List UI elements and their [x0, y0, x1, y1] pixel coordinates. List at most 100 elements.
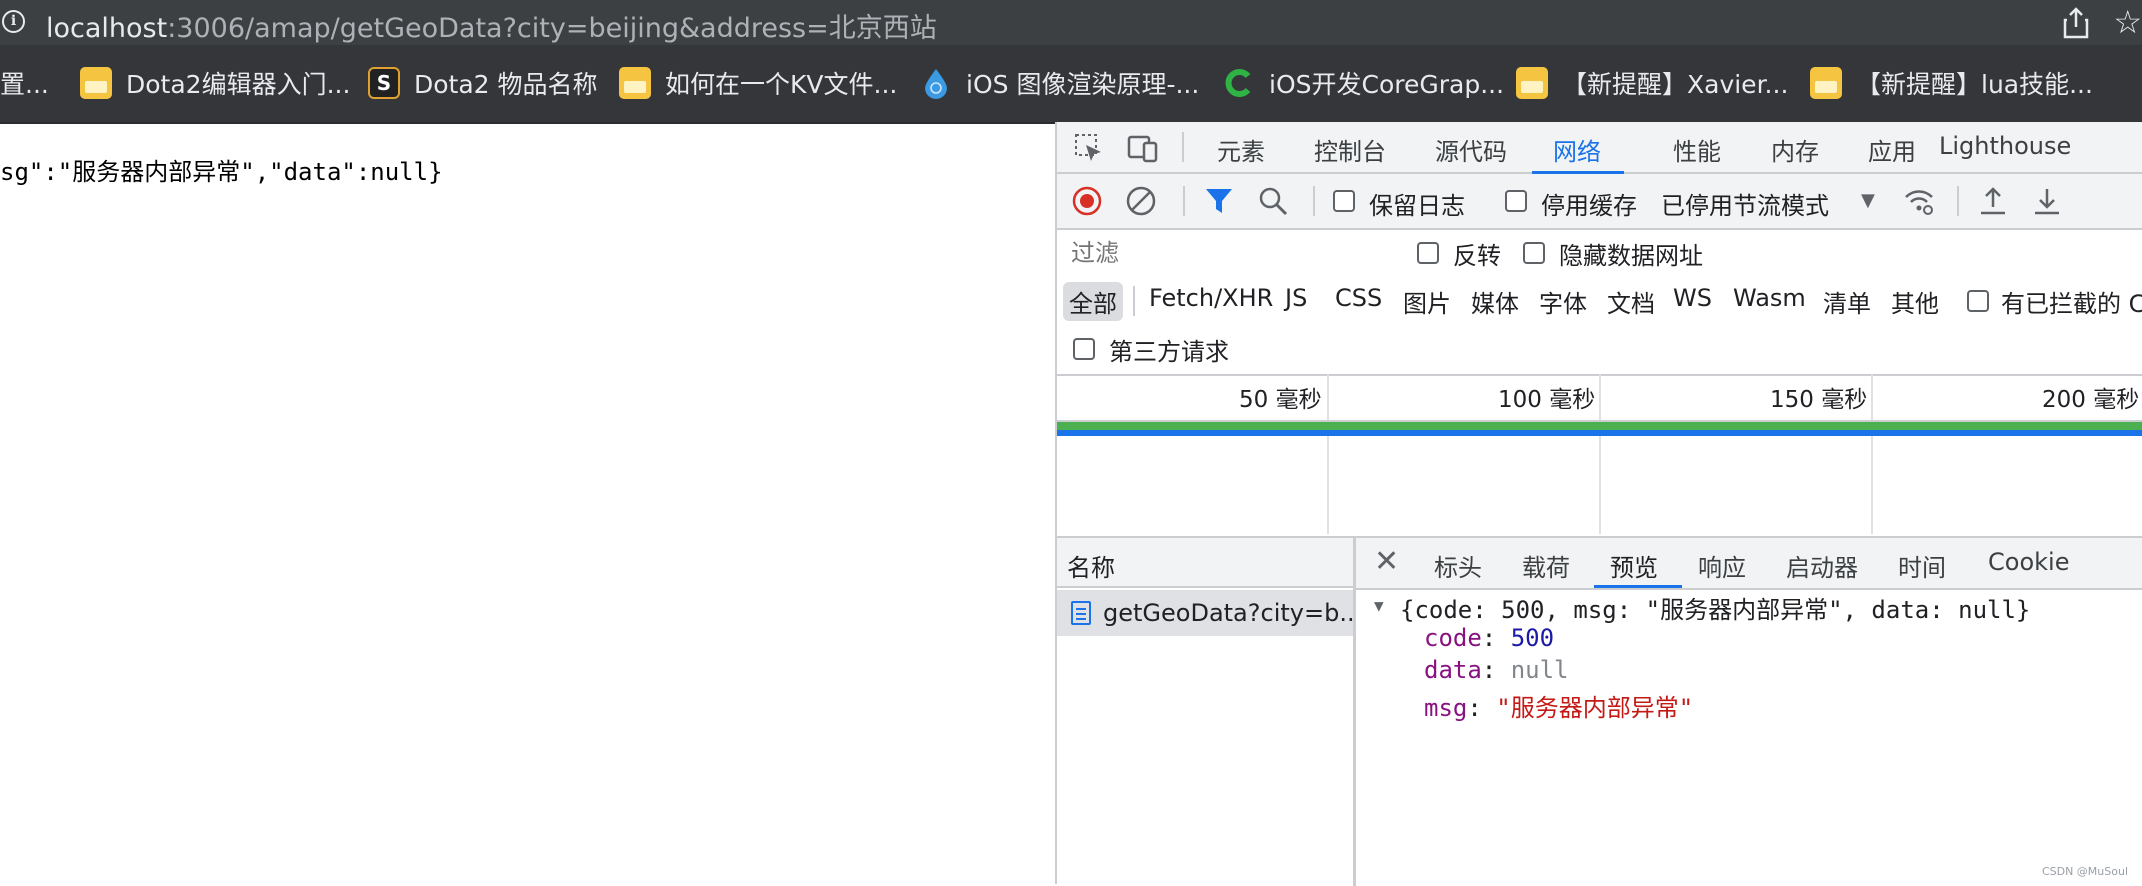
- type-img[interactable]: 图片: [1397, 282, 1457, 321]
- tab-memory[interactable]: 内存: [1771, 132, 1819, 167]
- network-conditions-icon[interactable]: [1903, 185, 1935, 217]
- type-manifest[interactable]: 清单: [1817, 282, 1877, 321]
- field-key: data: [1424, 656, 1482, 684]
- drop-icon: [925, 69, 947, 99]
- tab-preview[interactable]: 预览: [1610, 548, 1658, 583]
- preserve-log-checkbox[interactable]: [1333, 190, 1355, 212]
- preview-field: data: null: [1424, 656, 1569, 684]
- disable-cache-checkbox[interactable]: [1505, 190, 1527, 212]
- s-logo-icon: S: [368, 67, 400, 99]
- bookmark-item[interactable]: 【新提醒】Xavier...: [1516, 65, 1788, 101]
- type-wasm[interactable]: Wasm: [1727, 282, 1812, 314]
- hide-data-urls-checkbox[interactable]: [1523, 242, 1545, 264]
- filter-input[interactable]: [1065, 234, 1387, 272]
- field-key: code: [1424, 624, 1482, 652]
- network-lower-split: 名称 getGeoData?city=b... ✕ 标头 载荷 预览 响应 启动…: [1057, 536, 2142, 886]
- tab-cookies[interactable]: Cookie: [1988, 548, 2069, 576]
- clear-icon[interactable]: [1125, 185, 1157, 217]
- bookmark-item[interactable]: 置...: [0, 65, 49, 101]
- url-host: localhost: [46, 13, 168, 44]
- separator: [1313, 186, 1315, 216]
- separator: [1133, 286, 1135, 316]
- preserve-log-label: 保留日志: [1369, 192, 1465, 220]
- share-icon[interactable]: [2062, 6, 2090, 40]
- field-colon: :: [1467, 694, 1497, 722]
- bookmark-item[interactable]: S Dota2 物品名称: [368, 65, 598, 101]
- c-logo-icon: [1225, 69, 1251, 97]
- chevron-down-icon[interactable]: ▼: [1861, 190, 1875, 211]
- type-media[interactable]: 媒体: [1465, 282, 1525, 321]
- tab-payload[interactable]: 载荷: [1522, 548, 1570, 583]
- inspect-element-icon[interactable]: [1073, 132, 1105, 164]
- tab-lighthouse[interactable]: Lighthouse: [1939, 132, 2071, 160]
- address-bar[interactable]: i localhost:3006/amap/getGeoData?city=be…: [0, 0, 2142, 45]
- url-field[interactable]: localhost:3006/amap/getGeoData?city=beij…: [46, 6, 937, 45]
- throttling-select[interactable]: 已停用节流模式: [1661, 186, 1829, 221]
- bookmark-label: Dota2 物品名称: [414, 70, 598, 99]
- third-party-label: 第三方请求: [1109, 338, 1229, 366]
- type-css[interactable]: CSS: [1329, 282, 1388, 314]
- type-font[interactable]: 字体: [1533, 282, 1593, 321]
- type-ws[interactable]: WS: [1667, 282, 1718, 314]
- bookmark-label: 【新提醒】Xavier...: [1562, 70, 1789, 99]
- tab-network[interactable]: 网络: [1553, 132, 1601, 167]
- timeline-tick-label: 100 毫秒: [1498, 387, 1596, 413]
- star-icon[interactable]: ☆: [2113, 2, 2142, 42]
- export-har-icon[interactable]: [2031, 185, 2063, 217]
- mail-icon: [1516, 67, 1548, 99]
- mail-icon: [619, 67, 651, 99]
- bookmark-item[interactable]: 如何在一个KV文件...: [619, 65, 897, 101]
- mail-icon: [1810, 67, 1842, 99]
- close-icon[interactable]: ✕: [1374, 544, 1399, 579]
- bookmarks-bar: 置... Dota2编辑器入门... S Dota2 物品名称 如何在一个KV文…: [0, 45, 2142, 124]
- document-icon: [1071, 601, 1091, 625]
- preview-field: code: 500: [1424, 624, 1554, 652]
- request-waterfall-bar: [1057, 422, 2142, 430]
- timeline-tick-label: 50 毫秒: [1239, 387, 1322, 413]
- page-body-text: sg":"服务器内部异常","data":null}: [0, 158, 443, 186]
- tab-timing[interactable]: 时间: [1898, 548, 1946, 583]
- type-doc[interactable]: 文档: [1601, 282, 1661, 321]
- bookmark-item[interactable]: iOS 图像渲染原理-...: [920, 65, 1199, 101]
- bookmark-label: iOS开发CoreGrap...: [1269, 70, 1505, 99]
- field-value: null: [1510, 656, 1569, 684]
- blocked-cookies-label: 有已拦截的 C: [2001, 290, 2142, 318]
- tab-console[interactable]: 控制台: [1314, 132, 1386, 167]
- tab-elements[interactable]: 元素: [1217, 132, 1265, 167]
- bookmark-item[interactable]: 【新提醒】lua技能...: [1810, 65, 2093, 101]
- timeline-overview[interactable]: 50 毫秒 100 毫秒 150 毫秒 200 毫秒: [1057, 374, 2142, 534]
- separator: [1182, 132, 1184, 162]
- request-row[interactable]: getGeoData?city=b...: [1057, 590, 1353, 636]
- name-column-header[interactable]: 名称: [1057, 538, 1353, 588]
- type-all[interactable]: 全部: [1063, 282, 1123, 321]
- tab-performance[interactable]: 性能: [1673, 132, 1721, 167]
- tab-sources[interactable]: 源代码: [1435, 132, 1507, 167]
- bookmark-item[interactable]: iOS开发CoreGrap...: [1223, 65, 1504, 101]
- third-party-row: 第三方请求: [1057, 326, 2142, 376]
- type-other[interactable]: 其他: [1885, 282, 1945, 321]
- third-party-checkbox[interactable]: [1073, 338, 1095, 360]
- bookmark-item[interactable]: Dota2编辑器入门...: [80, 65, 350, 101]
- blocked-cookies-checkbox[interactable]: [1967, 290, 1989, 312]
- tab-application[interactable]: 应用: [1868, 132, 1916, 167]
- device-toolbar-icon[interactable]: [1127, 132, 1159, 164]
- type-js[interactable]: JS: [1279, 282, 1313, 314]
- timeline-gridline: [1871, 374, 1873, 534]
- type-fetch-xhr[interactable]: Fetch/XHR: [1143, 282, 1279, 314]
- request-list: 名称 getGeoData?city=b...: [1057, 538, 1356, 886]
- timeline-tick-label: 200 毫秒: [2042, 387, 2140, 413]
- url-path: :3006/amap/getGeoData?city=beijing&addre…: [167, 13, 937, 44]
- preview-field: msg: "服务器内部异常": [1424, 688, 1693, 723]
- stop-recording-icon[interactable]: [1071, 185, 1103, 217]
- search-icon[interactable]: [1257, 185, 1289, 217]
- expand-triangle-icon[interactable]: ▼: [1374, 596, 1384, 615]
- import-har-icon[interactable]: [1977, 185, 2009, 217]
- tab-headers[interactable]: 标头: [1434, 548, 1482, 583]
- info-icon[interactable]: i: [2, 10, 25, 33]
- tab-initiator[interactable]: 启动器: [1786, 548, 1858, 583]
- network-toolbar: 保留日志 停用缓存 已停用节流模式 ▼: [1057, 174, 2142, 230]
- preview-summary[interactable]: {code: 500, msg: "服务器内部异常", data: null}: [1400, 590, 2030, 625]
- invert-checkbox[interactable]: [1417, 242, 1439, 264]
- filter-icon[interactable]: [1203, 185, 1235, 217]
- tab-response[interactable]: 响应: [1698, 548, 1746, 583]
